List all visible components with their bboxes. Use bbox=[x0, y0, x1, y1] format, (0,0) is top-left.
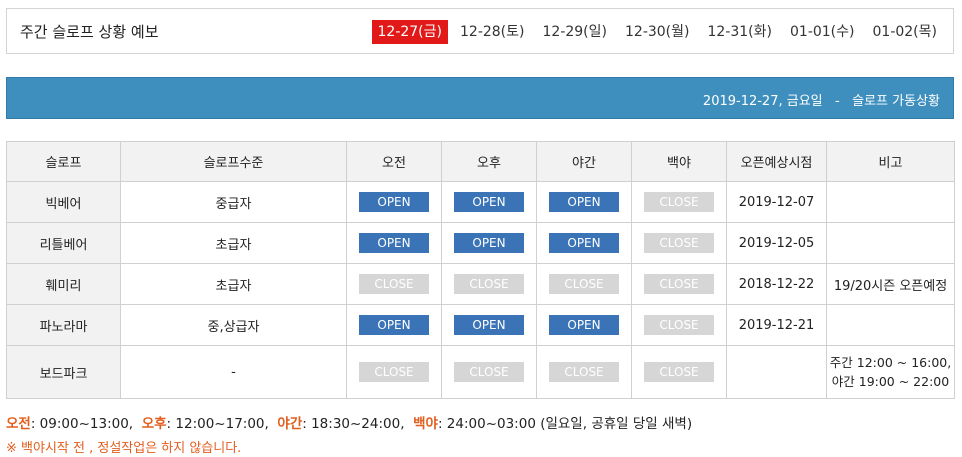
slope-note bbox=[826, 181, 955, 223]
header-open-date: 오픈예상시점 bbox=[726, 141, 827, 182]
slope-note: 주간 12:00 ~ 16:00, 야간 19:00 ~ 22:00 bbox=[826, 345, 955, 399]
status-button-pm[interactable]: CLOSE bbox=[454, 362, 524, 382]
slope-level: - bbox=[120, 345, 347, 399]
header-slope: 슬로프 bbox=[6, 141, 121, 182]
slope-name: 보드파크 bbox=[6, 345, 121, 399]
open-date: 2019-12-05 bbox=[726, 222, 827, 264]
page-title: 주간 슬로프 상황 예보 bbox=[20, 23, 159, 41]
legend-late-time: : 24:00~03:00 (일요일, 공휴일 당일 새벽) bbox=[437, 416, 693, 432]
banner-info: 2019-12-27, 금요일 - 슬로프 가동상황 bbox=[703, 90, 940, 109]
slope-name: 훼미리 bbox=[6, 263, 121, 305]
open-date: 2018-12-22 bbox=[726, 263, 827, 305]
header-am: 오전 bbox=[346, 141, 442, 182]
note-line-1: 주간 12:00 ~ 16:00, bbox=[829, 355, 952, 370]
status-button-late[interactable]: CLOSE bbox=[644, 192, 714, 212]
open-date: 2019-12-07 bbox=[726, 181, 827, 223]
slope-level: 초급자 bbox=[120, 222, 347, 264]
legend-pm-label: 오후 bbox=[141, 416, 167, 432]
date-tabs: 12-27(금) 12-28(토) 12-29(일) 12-30(월) 12-3… bbox=[371, 20, 944, 44]
date-tab-0101[interactable]: 01-01(수) bbox=[784, 20, 861, 44]
status-button-am[interactable]: CLOSE bbox=[359, 362, 429, 382]
date-tab-1228[interactable]: 12-28(토) bbox=[454, 20, 531, 44]
note-line-2: 야간 19:00 ~ 22:00 bbox=[831, 374, 950, 389]
table-row: 훼미리 초급자 CLOSE CLOSE CLOSE CLOSE 2018-12-… bbox=[6, 263, 955, 305]
legend-am-label: 오전 bbox=[6, 416, 31, 432]
slope-note bbox=[826, 222, 955, 264]
date-tab-1230[interactable]: 12-30(월) bbox=[619, 20, 696, 44]
header-level: 슬로프수준 bbox=[120, 141, 347, 182]
legend-late-label: 백야 bbox=[413, 416, 438, 432]
table-header-row: 슬로프 슬로프수준 오전 오후 야간 백야 오픈예상시점 비고 bbox=[6, 141, 955, 182]
header-night: 야간 bbox=[536, 141, 632, 182]
banner-status: 슬로프 가동상황 bbox=[852, 94, 940, 109]
forecast-header: 주간 슬로프 상황 예보 12-27(금) 12-28(토) 12-29(일) … bbox=[6, 8, 954, 54]
header-late: 백야 bbox=[631, 141, 727, 182]
slope-name: 파노라마 bbox=[6, 304, 121, 346]
date-tab-1229[interactable]: 12-29(일) bbox=[537, 20, 614, 44]
open-date: 2019-12-21 bbox=[726, 304, 827, 346]
status-button-late[interactable]: CLOSE bbox=[644, 233, 714, 253]
slope-note: 19/20시즌 오픈예정 bbox=[826, 263, 955, 305]
status-button-late[interactable]: CLOSE bbox=[644, 315, 714, 335]
header-pm: 오후 bbox=[441, 141, 537, 182]
table-row: 빅베어 중급자 OPEN OPEN OPEN CLOSE 2019-12-07 bbox=[6, 181, 955, 223]
status-button-am[interactable]: CLOSE bbox=[359, 274, 429, 294]
slope-level: 중,상급자 bbox=[120, 304, 347, 346]
status-banner: 2019-12-27, 금요일 - 슬로프 가동상황 bbox=[6, 77, 954, 119]
legend-am-time: : 09:00~13:00, bbox=[30, 416, 134, 432]
status-button-pm[interactable]: OPEN bbox=[454, 192, 524, 212]
status-button-pm[interactable]: OPEN bbox=[454, 315, 524, 335]
status-button-night[interactable]: OPEN bbox=[549, 315, 619, 335]
status-button-night[interactable]: OPEN bbox=[549, 233, 619, 253]
status-button-night[interactable]: CLOSE bbox=[549, 274, 619, 294]
status-button-late[interactable]: CLOSE bbox=[644, 274, 714, 294]
status-button-am[interactable]: OPEN bbox=[359, 192, 429, 212]
date-tab-1227[interactable]: 12-27(금) bbox=[371, 20, 448, 44]
slope-name: 리틀베어 bbox=[6, 222, 121, 264]
slope-name: 빅베어 bbox=[6, 181, 121, 223]
status-button-am[interactable]: OPEN bbox=[359, 233, 429, 253]
legend-night-label: 야간 bbox=[277, 416, 303, 432]
slope-level: 중급자 bbox=[120, 181, 347, 223]
status-button-late[interactable]: CLOSE bbox=[644, 362, 714, 382]
legend-night-time: : 18:30~24:00, bbox=[302, 416, 405, 432]
session-time-legend: 오전: 09:00~13:00, 오후: 12:00~17:00, 야간: 18… bbox=[6, 412, 692, 432]
table-row: 보드파크 - CLOSE CLOSE CLOSE CLOSE 주간 12:00 … bbox=[6, 345, 955, 399]
banner-date: 2019-12-27, 금요일 bbox=[702, 94, 823, 109]
table-row: 파노라마 중,상급자 OPEN OPEN OPEN CLOSE 2019-12-… bbox=[6, 304, 955, 346]
status-button-am[interactable]: OPEN bbox=[359, 315, 429, 335]
status-button-pm[interactable]: CLOSE bbox=[454, 274, 524, 294]
grooming-notice: ※ 백야시작 전 , 정설작업은 하지 않습니다. bbox=[6, 441, 242, 456]
banner-separator: - bbox=[835, 94, 840, 109]
table-row: 리틀베어 초급자 OPEN OPEN OPEN CLOSE 2019-12-05 bbox=[6, 222, 955, 264]
status-button-night[interactable]: OPEN bbox=[549, 192, 619, 212]
status-button-night[interactable]: CLOSE bbox=[549, 362, 619, 382]
open-date bbox=[726, 345, 827, 399]
date-tab-1231[interactable]: 12-31(화) bbox=[702, 20, 779, 44]
status-button-pm[interactable]: OPEN bbox=[454, 233, 524, 253]
slope-level: 초급자 bbox=[120, 263, 347, 305]
slope-status-table: 슬로프 슬로프수준 오전 오후 야간 백야 오픈예상시점 비고 빅베어 중급자 … bbox=[6, 141, 955, 399]
date-tab-0102[interactable]: 01-02(목) bbox=[867, 20, 944, 44]
header-note: 비고 bbox=[826, 141, 955, 182]
legend-pm-time: : 12:00~17:00, bbox=[166, 416, 269, 432]
slope-note bbox=[826, 304, 955, 346]
